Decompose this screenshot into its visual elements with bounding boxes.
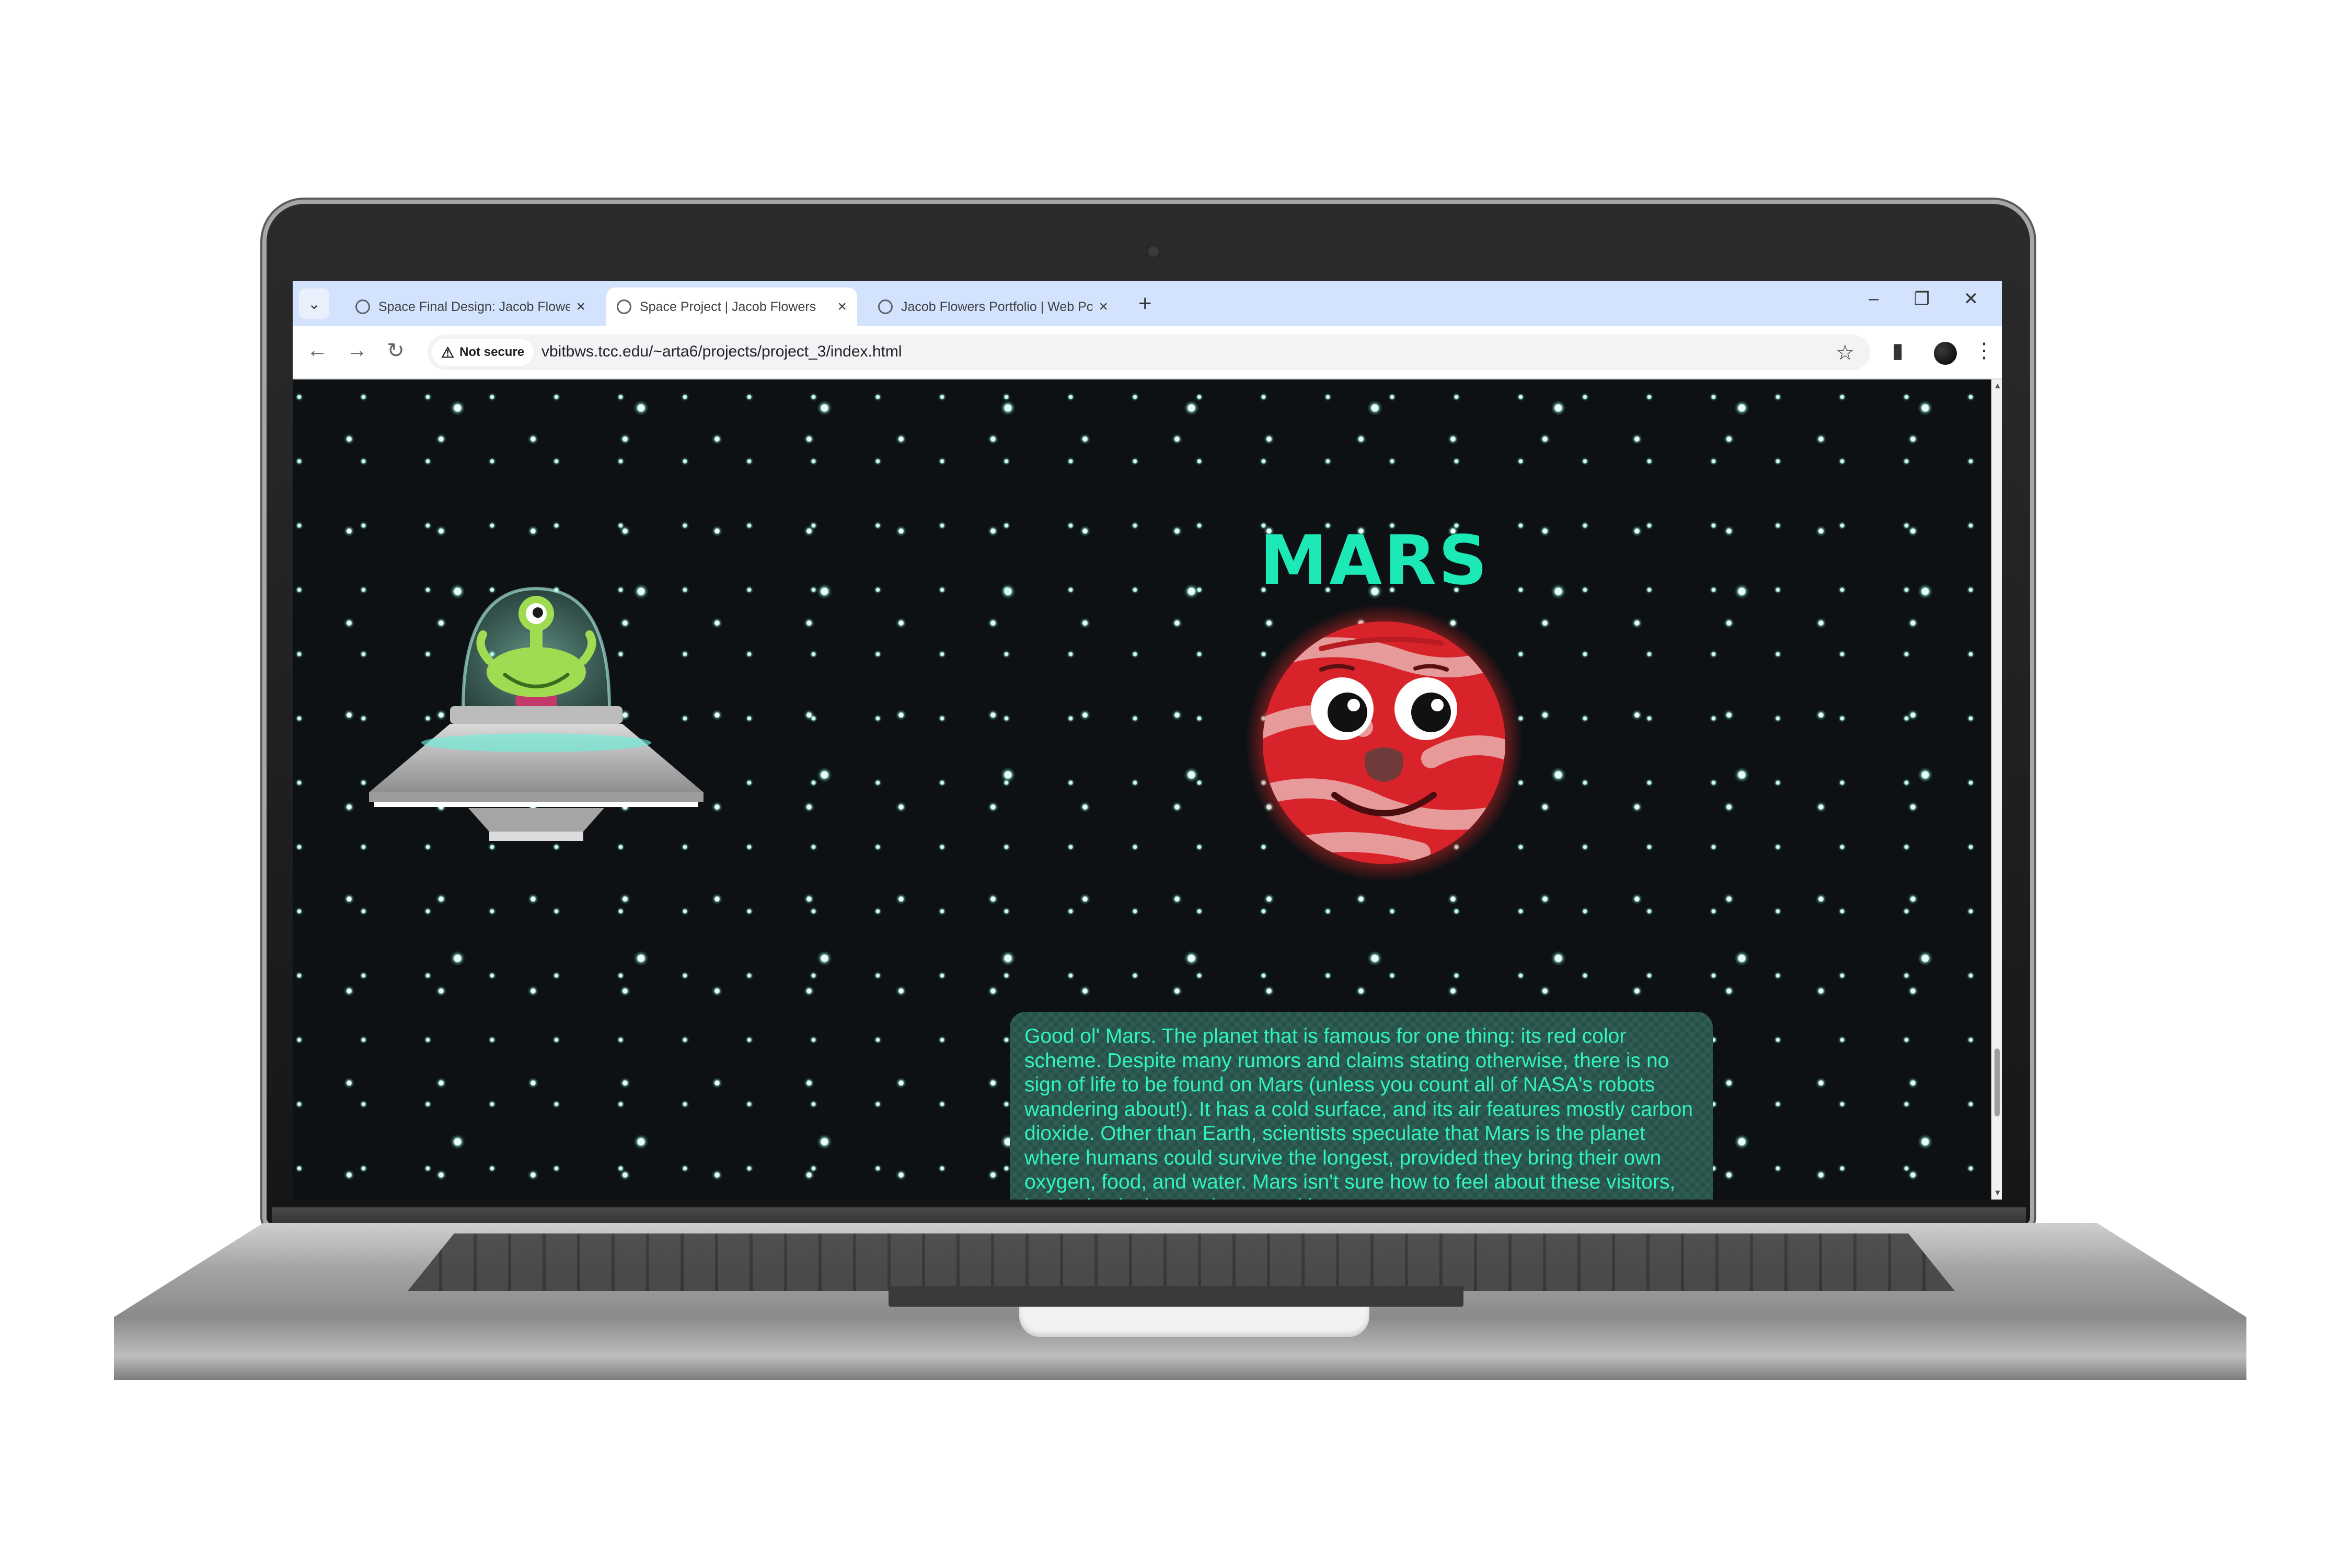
tab-portfolio[interactable]: Jacob Flowers Portfolio | Web Portfolio … — [868, 287, 1119, 326]
laptop-front-edge — [889, 1286, 1463, 1307]
laptop-notch — [1019, 1307, 1369, 1337]
security-label: Not secure — [459, 345, 525, 359]
close-icon[interactable]: × — [1099, 298, 1108, 316]
laptop-keyboard — [408, 1233, 1955, 1291]
webcam — [1147, 245, 1160, 258]
plus-icon[interactable]: + — [1138, 291, 1152, 317]
mars-planet-illustration — [1246, 604, 1523, 881]
url-text[interactable]: vbitbws.tcc.edu/~arta6/projects/project_… — [541, 343, 902, 361]
tab-space-project[interactable]: Space Project | Jacob Flowers × — [606, 287, 857, 326]
address-bar[interactable]: ⚠ Not secure vbitbws.tcc.edu/~arta6/proj… — [428, 335, 1870, 370]
avatar[interactable] — [1934, 342, 1957, 365]
globe-icon — [617, 299, 631, 314]
back-icon[interactable]: ← — [303, 339, 331, 362]
scroll-thumb[interactable] — [1994, 1048, 2000, 1116]
browser-toolbar: ← → ↻ ⚠ Not secure vbitbws.tcc.edu/~arta… — [293, 326, 2002, 379]
tab-strip: ⌄ Space Final Design: Jacob Flowers × Sp… — [293, 281, 2002, 326]
mars-description: Good ol' Mars. The planet that is famous… — [1010, 1012, 1713, 1200]
page-title: MARS — [1260, 521, 1490, 600]
star-icon[interactable]: ☆ — [1836, 341, 1854, 365]
restore-icon[interactable]: ❐ — [1909, 289, 1935, 309]
tab-space-final-design[interactable]: Space Final Design: Jacob Flowers × — [345, 287, 596, 326]
tab-title: Space Final Design: Jacob Flowers — [378, 299, 570, 314]
side-panel-icon[interactable]: ▮ — [1892, 339, 1904, 363]
favicon-icon — [355, 299, 370, 314]
warning-icon: ⚠ — [441, 344, 455, 361]
close-window-icon[interactable]: ✕ — [1958, 289, 1984, 309]
scroll-down-icon[interactable]: ▼ — [1993, 1189, 2002, 1198]
reload-icon[interactable]: ↻ — [382, 339, 410, 363]
page-viewport: MARS Good ol' Mars. The planet that is f… — [293, 379, 1991, 1200]
tab-title: Space Project | Jacob Flowers — [640, 299, 816, 314]
minimize-icon[interactable]: – — [1861, 289, 1887, 309]
close-icon[interactable]: × — [576, 298, 585, 316]
security-chip[interactable]: ⚠ Not secure — [432, 339, 534, 366]
tab-title: Jacob Flowers Portfolio | Web Portfolio — [901, 299, 1093, 314]
ufo-alien-illustration — [369, 586, 704, 841]
forward-icon[interactable]: → — [343, 339, 371, 362]
browser-window: ⌄ Space Final Design: Jacob Flowers × Sp… — [293, 281, 2002, 1200]
description-text: Good ol' Mars. The planet that is famous… — [1024, 1025, 1693, 1200]
tab-list-icon[interactable]: ⌄ — [299, 289, 329, 319]
menu-icon[interactable]: ⋮ — [1974, 339, 1994, 363]
globe-icon — [878, 299, 893, 314]
close-icon[interactable]: × — [837, 298, 847, 316]
scroll-up-icon[interactable]: ▲ — [1993, 382, 2002, 391]
